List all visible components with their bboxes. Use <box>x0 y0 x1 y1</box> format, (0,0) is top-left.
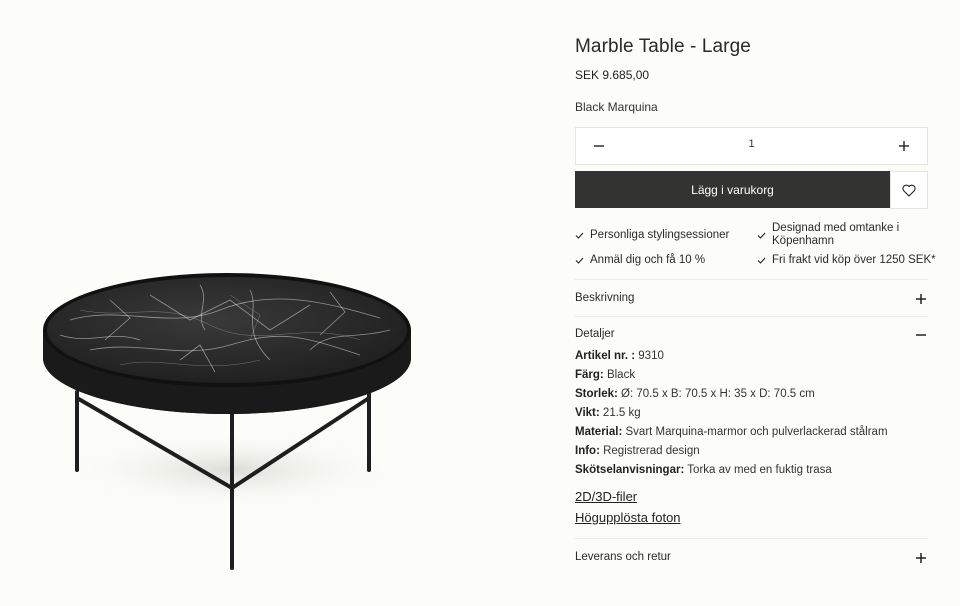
detail-value: 9310 <box>638 350 664 362</box>
usp-text: Anmäl dig och få 10 % <box>590 254 706 266</box>
accordion-details[interactable]: Detaljer <box>575 325 928 345</box>
product-price: SEK 9.685,00 <box>575 68 650 82</box>
add-to-cart-button[interactable]: Lägg i varukorg <box>575 171 890 208</box>
detail-label: Färg: <box>575 369 604 381</box>
accordion-description[interactable]: Beskrivning <box>575 289 928 309</box>
product-image <box>0 0 560 606</box>
marble-table-illustration <box>43 273 411 570</box>
detail-row-color: Färg: Black <box>575 369 635 381</box>
detail-label: Artikel nr. : <box>575 350 636 362</box>
download-2d3d-files-link[interactable]: 2D/3D-filer <box>575 489 637 504</box>
accordion-description-label: Beskrivning <box>575 292 635 304</box>
plus-icon <box>916 294 926 304</box>
minus-icon <box>916 334 926 336</box>
detail-label: Skötselanvisningar: <box>575 464 685 476</box>
quantity-stepper: 1 <box>575 127 928 165</box>
usp-text: Fri frakt vid köp över 1250 SEK* <box>772 254 936 266</box>
detail-value: Svart Marquina-marmor och pulverlackerad… <box>625 426 888 438</box>
accordion-delivery-label: Leverans och retur <box>575 551 671 563</box>
check-icon <box>757 257 766 264</box>
detail-label: Info: <box>575 445 600 457</box>
detail-value: Torka av med en fuktig trasa <box>687 464 832 476</box>
detail-row-care: Skötselanvisningar: Torka av med en fukt… <box>575 464 832 476</box>
check-icon <box>757 232 766 239</box>
divider <box>575 316 928 317</box>
detail-row-weight: Vikt: 21.5 kg <box>575 407 641 419</box>
detail-value: Black <box>606 369 636 381</box>
detail-row-info: Info: Registrerad design <box>575 445 700 457</box>
detail-label: Storlek: <box>575 388 618 400</box>
heart-icon <box>902 184 916 197</box>
increase-quantity-button[interactable] <box>884 128 924 164</box>
detail-row-material: Material: Svart Marquina-marmor och pulv… <box>575 426 888 438</box>
usp-text-line-1: Designad med omtanke i <box>772 222 900 234</box>
accordion-delivery[interactable]: Leverans och retur <box>575 548 928 568</box>
check-icon <box>575 232 584 239</box>
quantity-value[interactable]: 1 <box>576 138 927 150</box>
detail-row-article: Artikel nr. : 9310 <box>575 350 664 362</box>
download-hires-photos-link[interactable]: Högupplösta foton <box>575 510 681 525</box>
usp-text: Personliga stylingsessioner <box>590 229 730 241</box>
product-title: Marble Table - Large <box>575 36 751 57</box>
plus-icon <box>916 553 926 563</box>
divider <box>575 279 928 280</box>
detail-label: Vikt: <box>575 407 600 419</box>
detail-value: Registrerad design <box>603 445 700 457</box>
divider <box>575 538 928 539</box>
accordion-details-label: Detaljer <box>575 328 615 340</box>
product-variant: Black Marquina <box>575 100 658 114</box>
plus-icon <box>899 141 909 151</box>
detail-row-size: Storlek: Ø: 70.5 x B: 70.5 x H: 35 x D: … <box>575 388 815 400</box>
wishlist-button[interactable] <box>890 171 928 209</box>
usp-text-line-2: Köpenhamn <box>772 235 835 247</box>
check-icon <box>575 257 584 264</box>
detail-value: Ø: 70.5 x B: 70.5 x H: 35 x D: 70.5 cm <box>621 388 815 400</box>
detail-value: 21.5 kg <box>602 407 641 419</box>
detail-label: Material: <box>575 426 623 438</box>
